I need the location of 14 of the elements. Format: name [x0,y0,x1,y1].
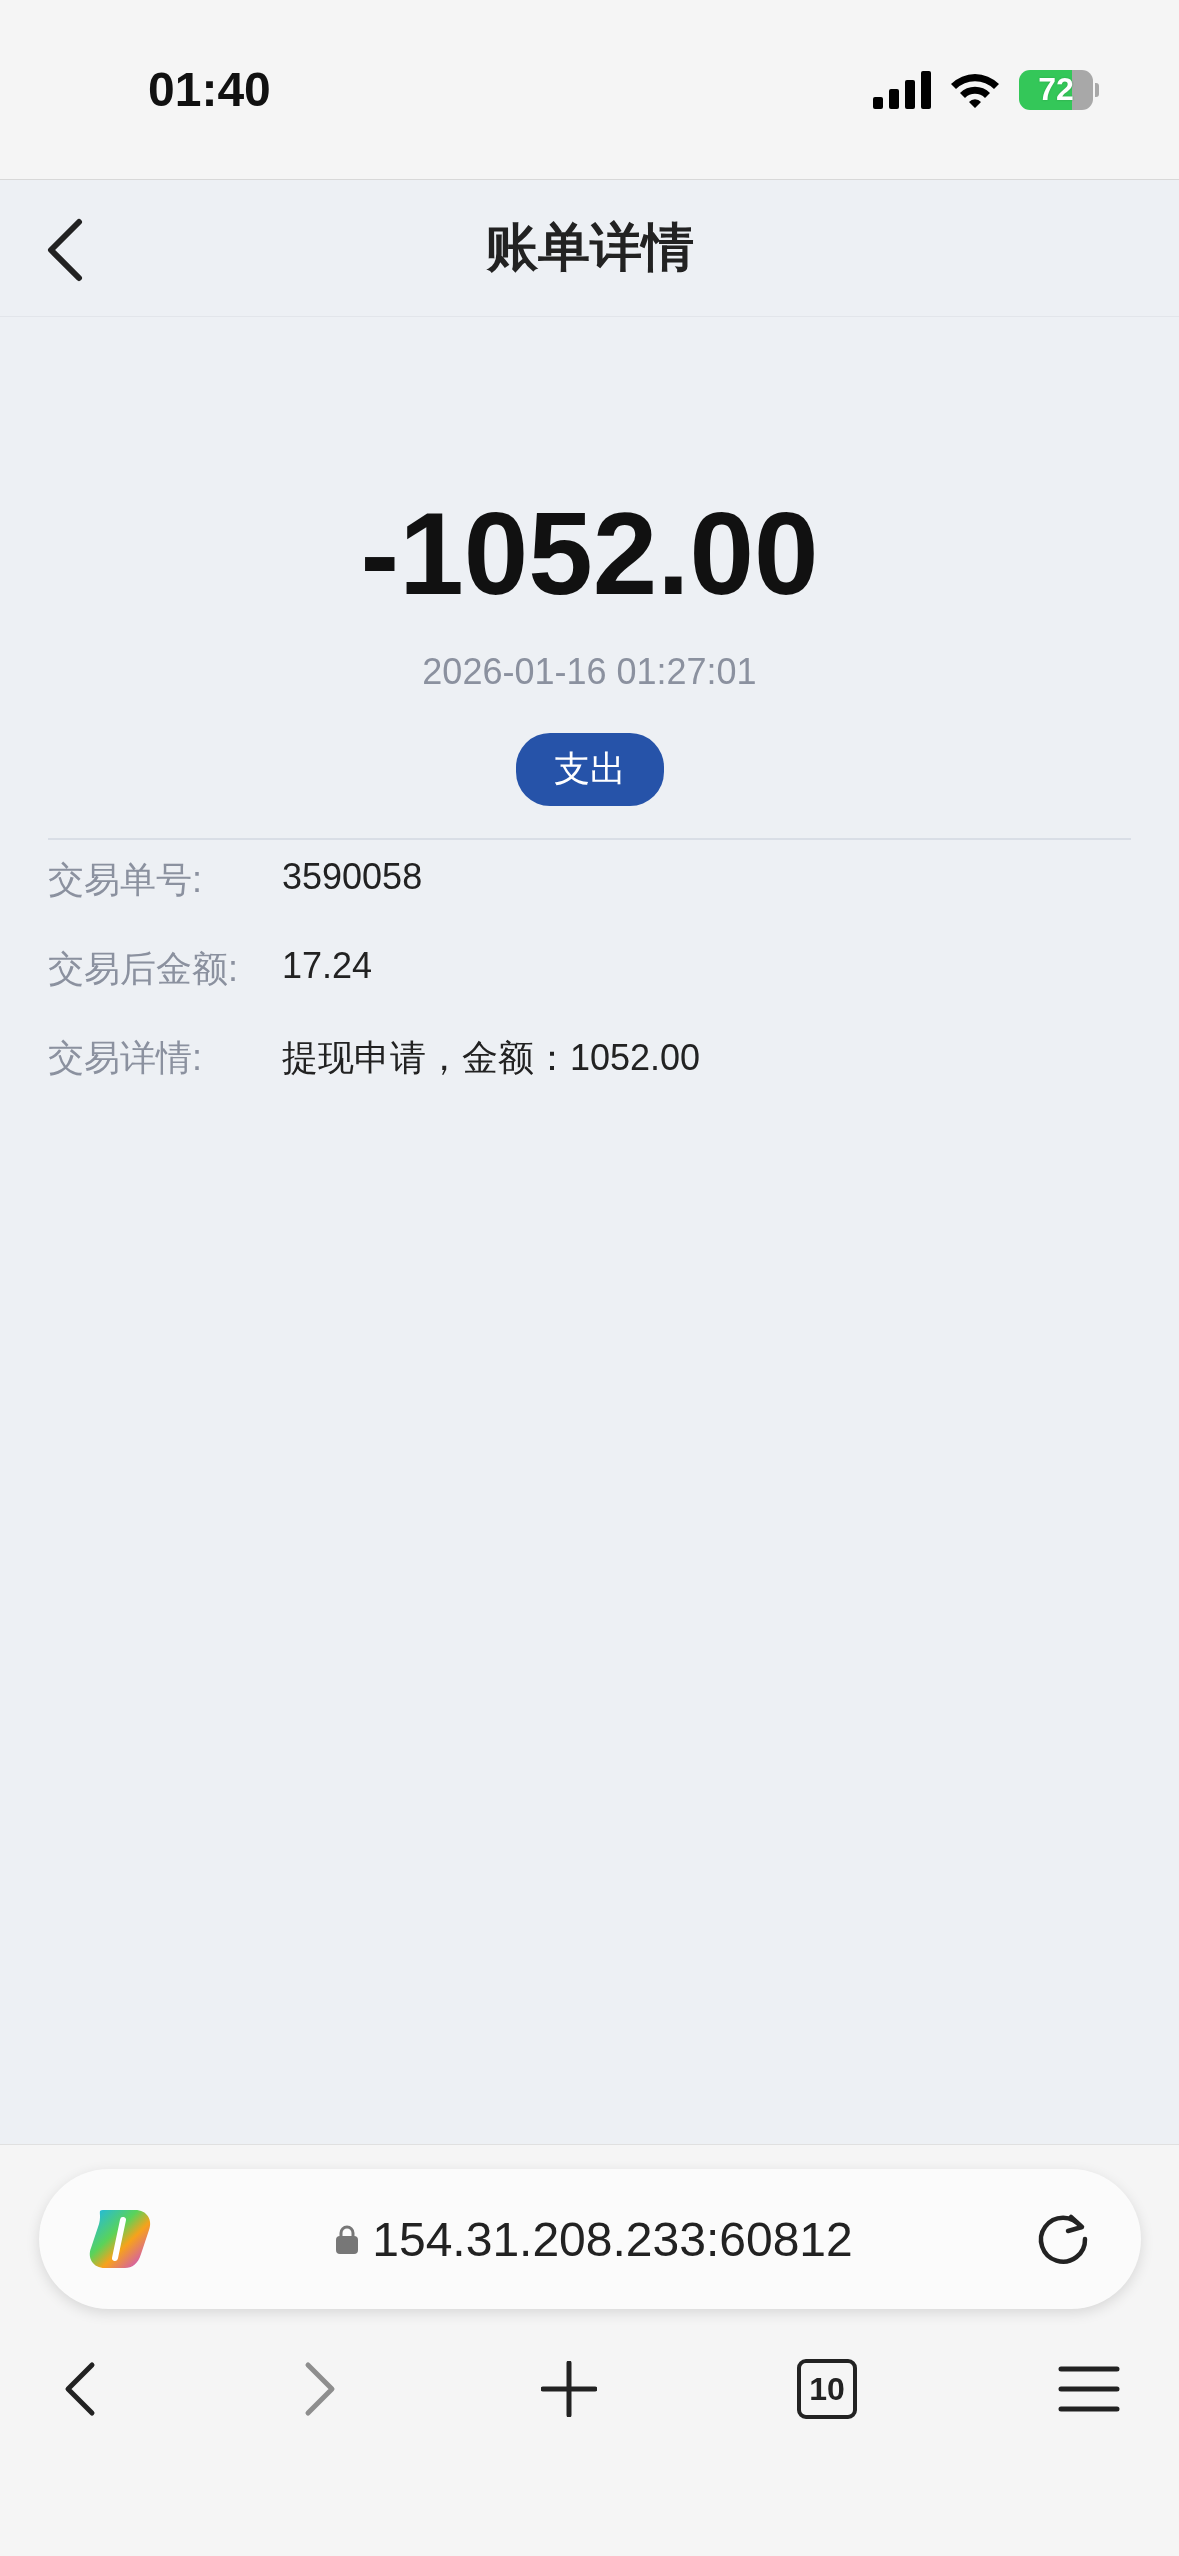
detail-label: 交易详情: [48,1036,203,1080]
page-title: 账单详情 [485,217,694,278]
address-bar[interactable]: 154.31.208.233:60812 [38,2169,1141,2309]
detail-value: 提现申请，金额：1052.00 [282,1036,701,1080]
status-time: 01:40 [148,62,271,117]
tabs-button[interactable]: 10 [797,2359,857,2419]
detail-value: 17.24 [282,945,373,988]
detail-label: 交易后金额: [48,947,239,991]
detail-label: 交易单号: [48,858,203,902]
type-badge: 支出 [515,733,664,806]
detail-value: 3590058 [282,856,423,899]
amount-text: -1052.00 [360,488,819,621]
date-time: 2026-01-16 01:27:01 [422,651,757,693]
url-text: 154.31.208.233:60812 [372,2211,853,2267]
